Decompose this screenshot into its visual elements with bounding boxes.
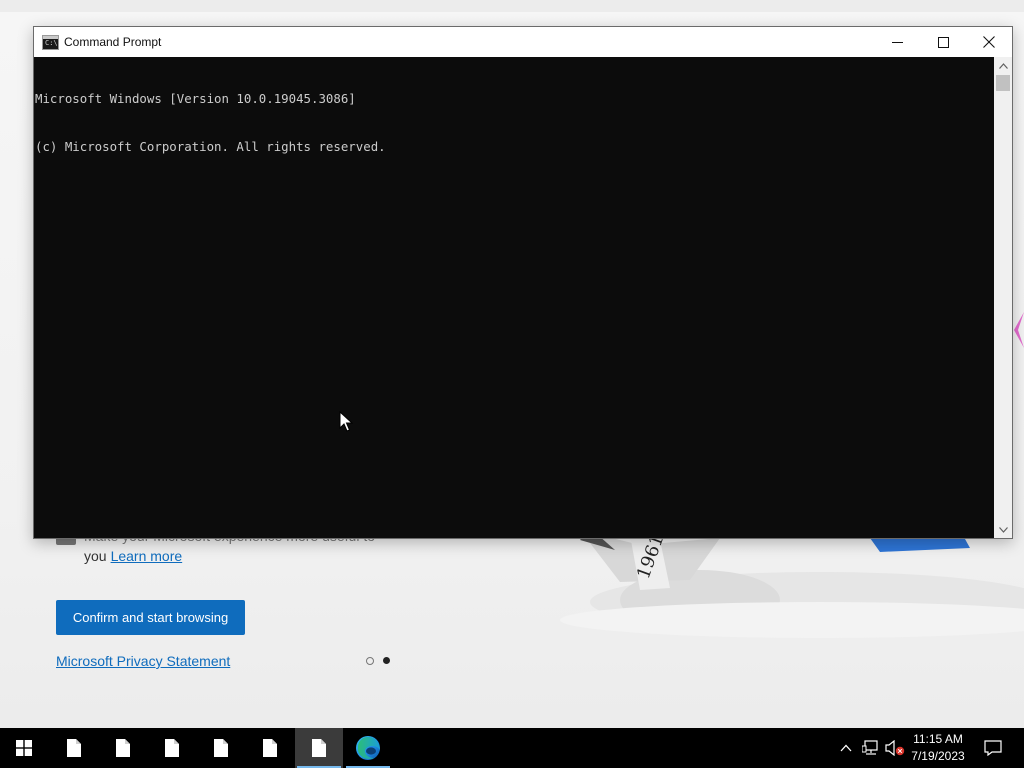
title-bar[interactable]: C:\ Command Prompt — [34, 27, 1012, 57]
action-center-icon — [984, 740, 1002, 756]
vertical-scrollbar[interactable] — [994, 57, 1012, 538]
start-button[interactable] — [0, 728, 48, 768]
maximize-icon — [937, 36, 949, 48]
scrollbar-thumb[interactable] — [996, 75, 1010, 91]
document-icon — [312, 739, 326, 757]
minimize-icon — [891, 41, 903, 43]
taskbar: 11:15 AM 7/19/2023 — [0, 728, 1024, 768]
close-button[interactable] — [966, 27, 1012, 57]
document-icon — [67, 739, 81, 757]
chevron-up-icon — [840, 744, 852, 752]
command-prompt-window[interactable]: C:\ Command Prompt Microsoft Windows [Ve… — [33, 26, 1013, 539]
console-line: (c) Microsoft Corporation. All rights re… — [35, 139, 386, 154]
taskbar-item-document-4[interactable] — [197, 728, 245, 768]
network-button[interactable] — [861, 738, 881, 758]
learn-more-link[interactable]: Learn more — [111, 548, 183, 564]
document-icon — [116, 739, 130, 757]
taskbar-clock[interactable]: 11:15 AM 7/19/2023 — [905, 731, 971, 765]
scroll-up-button[interactable] — [994, 57, 1012, 74]
taskbar-item-document-2[interactable] — [99, 728, 147, 768]
show-hidden-icons-button[interactable] — [836, 738, 856, 758]
taskbar-item-document-3[interactable] — [148, 728, 196, 768]
carousel-dot-2-active[interactable] — [383, 657, 390, 664]
document-icon — [263, 739, 277, 757]
chevron-up-icon — [998, 62, 1008, 69]
document-icon — [165, 739, 179, 757]
network-icon — [862, 740, 878, 755]
scroll-down-button[interactable] — [994, 521, 1012, 538]
clock-time: 11:15 AM — [913, 732, 963, 746]
taskbar-item-document-5[interactable] — [246, 728, 294, 768]
console-line: Microsoft Windows [Version 10.0.19045.30… — [35, 91, 356, 106]
cmd-icon: C:\ — [42, 35, 59, 50]
confirm-and-start-browsing-button[interactable]: Confirm and start browsing — [56, 600, 245, 635]
windows-start-icon — [16, 740, 32, 756]
paper-boat-illustration: 1961 — [560, 528, 1024, 638]
close-icon — [983, 36, 995, 48]
console-output[interactable]: Microsoft Windows [Version 10.0.19045.30… — [34, 57, 994, 538]
page-top-strip — [0, 0, 1024, 12]
taskbar-item-document-6-active[interactable] — [295, 728, 343, 768]
clock-date: 7/19/2023 — [911, 749, 965, 763]
carousel-dot-1[interactable] — [366, 657, 374, 665]
taskbar-item-document-1[interactable] — [50, 728, 98, 768]
taskbar-item-edge[interactable] — [344, 728, 392, 768]
chevron-down-icon — [998, 526, 1008, 533]
volume-muted-icon — [885, 740, 905, 756]
document-icon — [214, 739, 228, 757]
consent-text-line2: you — [84, 548, 107, 564]
mouse-pointer-icon — [339, 411, 353, 432]
edge-icon — [356, 736, 380, 760]
privacy-statement-link[interactable]: Microsoft Privacy Statement — [56, 653, 230, 669]
window-title: Command Prompt — [64, 35, 162, 49]
action-center-button[interactable] — [978, 728, 1008, 768]
volume-button[interactable] — [885, 738, 905, 758]
maximize-button[interactable] — [920, 27, 966, 57]
minimize-button[interactable] — [874, 27, 920, 57]
